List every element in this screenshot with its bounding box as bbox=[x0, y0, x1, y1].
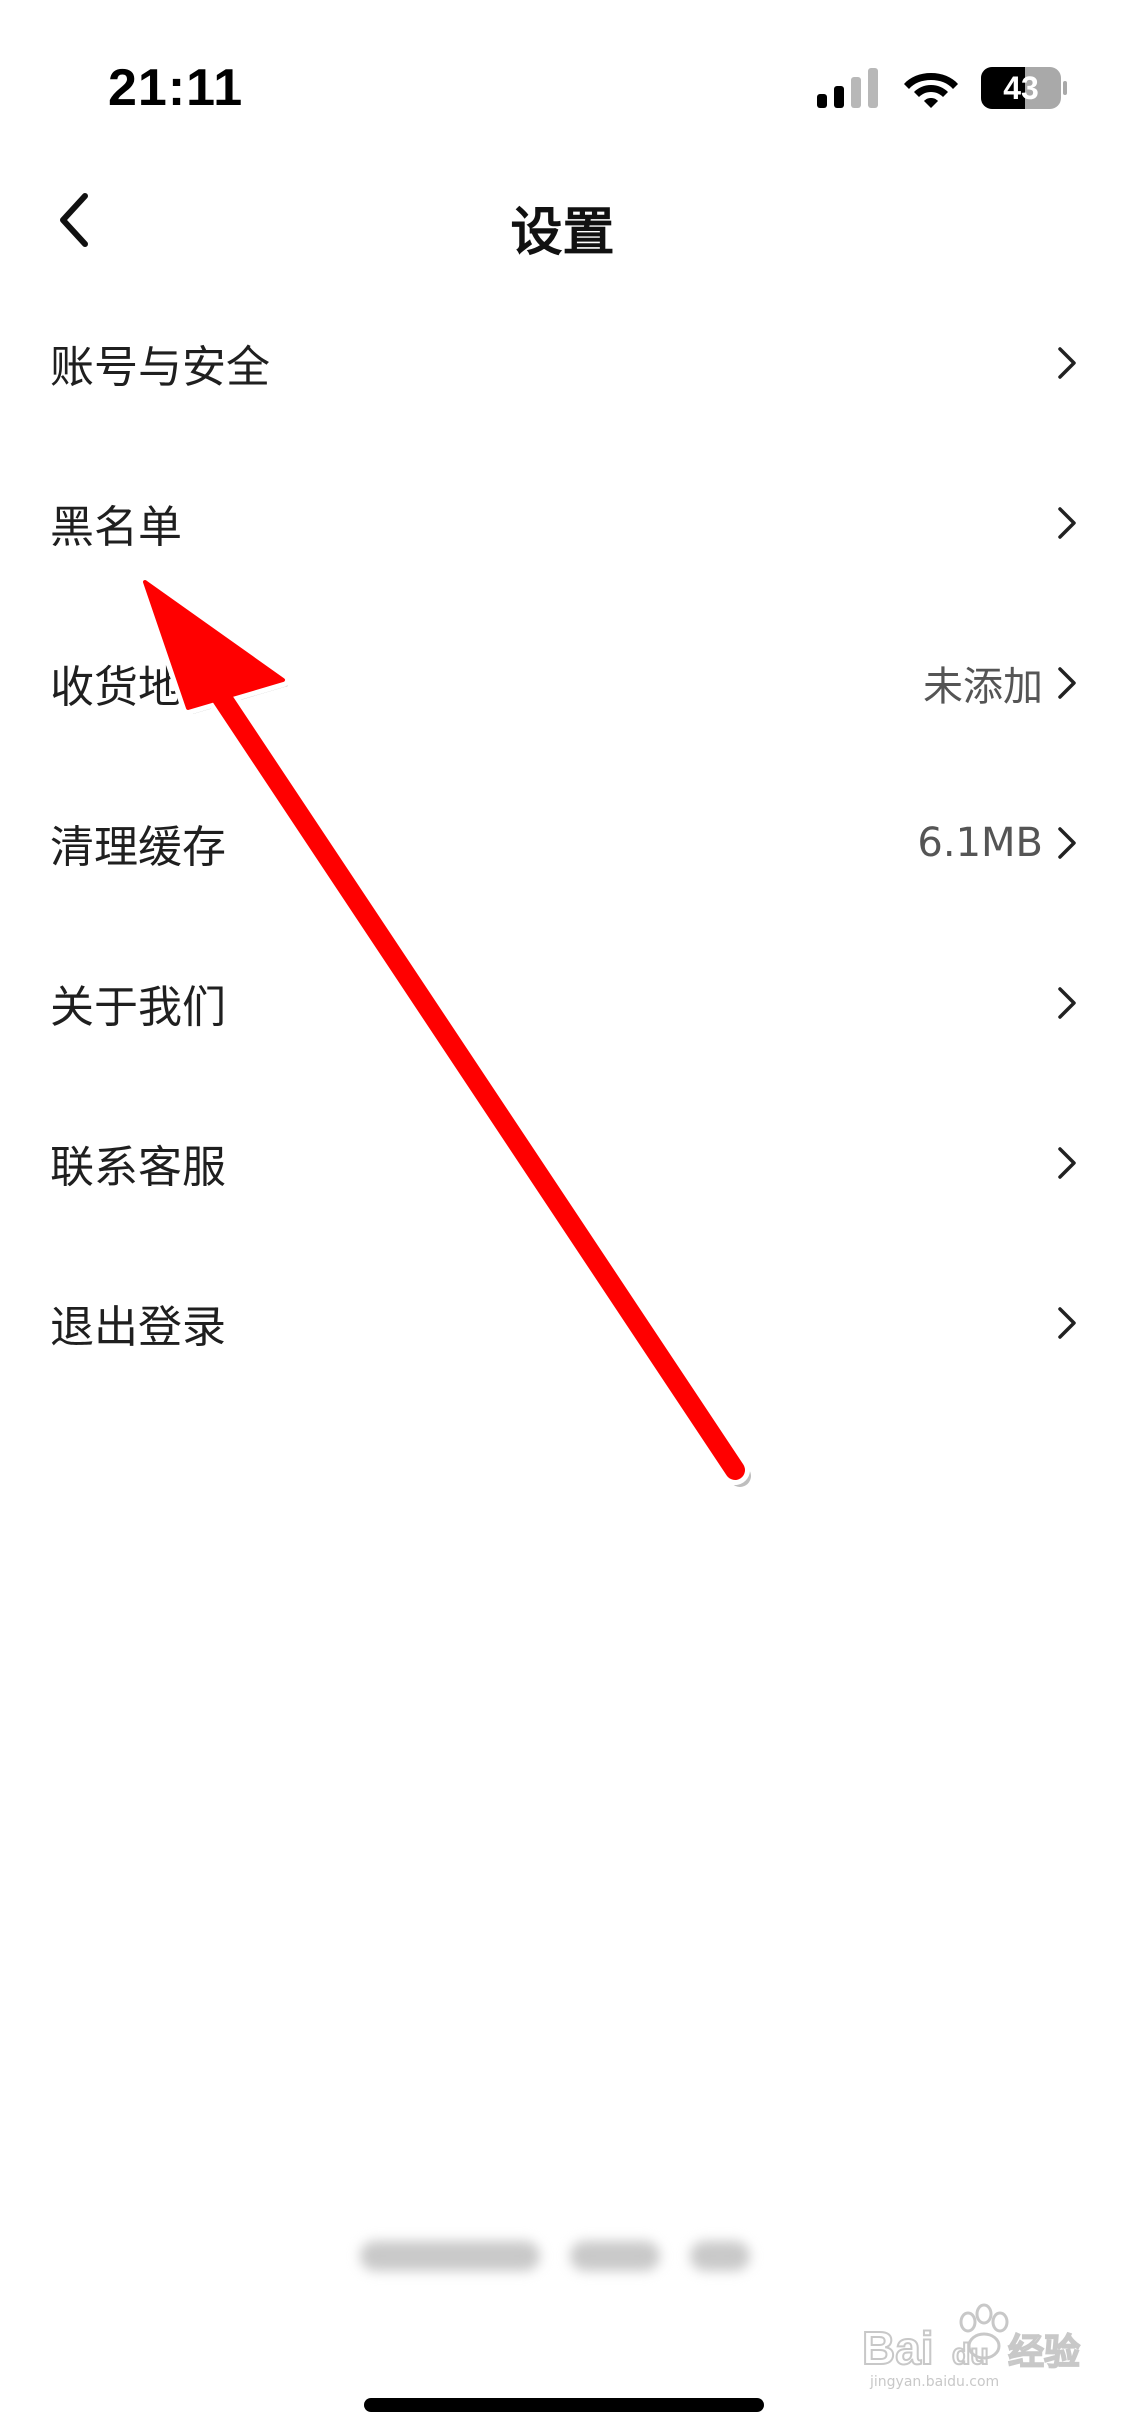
chevron-right-icon bbox=[1058, 827, 1076, 859]
item-right bbox=[1057, 1146, 1077, 1180]
item-label: 黑名单 bbox=[50, 502, 182, 553]
watermark-url: jingyan.baidu.com bbox=[869, 2374, 999, 2390]
item-label: 账号与安全 bbox=[50, 342, 270, 393]
item-label: 清理缓存 bbox=[50, 822, 226, 873]
chevron-right-icon bbox=[1058, 1307, 1076, 1339]
settings-item-clear-cache[interactable]: 清理缓存 6.1MB bbox=[0, 763, 1125, 923]
wifi-icon bbox=[904, 73, 958, 108]
watermark-brand: Bai bbox=[862, 2322, 934, 2374]
settings-item-logout[interactable]: 退出登录 bbox=[0, 1243, 1125, 1403]
item-right: 未添加 bbox=[923, 654, 1077, 712]
signal-icon bbox=[817, 68, 878, 108]
chevron-right-icon bbox=[1058, 1147, 1076, 1179]
nav-bar: 设置 bbox=[0, 170, 1125, 270]
item-right bbox=[1057, 986, 1077, 1020]
settings-item-blacklist[interactable]: 黑名单 bbox=[0, 443, 1125, 603]
battery-level: 43 bbox=[1003, 70, 1039, 106]
status-time: 21:11 bbox=[108, 59, 244, 117]
item-value: 6.1MB bbox=[917, 820, 1043, 866]
item-label: 关于我们 bbox=[50, 982, 226, 1033]
battery-icon: 43 bbox=[981, 67, 1067, 109]
chevron-right-icon bbox=[1058, 987, 1076, 1019]
item-right bbox=[1057, 1306, 1077, 1340]
settings-item-account-security[interactable]: 账号与安全 bbox=[0, 283, 1125, 443]
settings-item-shipping-address[interactable]: 收货地 未添加 bbox=[0, 603, 1125, 763]
chevron-right-icon bbox=[1058, 507, 1076, 539]
chevron-right-icon bbox=[1058, 667, 1076, 699]
watermark-brand-suffix: du bbox=[952, 2338, 989, 2371]
chevron-right-icon bbox=[1058, 347, 1076, 379]
settings-item-contact-support[interactable]: 联系客服 bbox=[0, 1083, 1125, 1243]
settings-item-about-us[interactable]: 关于我们 bbox=[0, 923, 1125, 1083]
status-bar: 21:11 43 bbox=[0, 0, 1125, 150]
item-label: 收货地 bbox=[50, 662, 182, 713]
page-title: 设置 bbox=[510, 203, 615, 263]
settings-list: 账号与安全 黑名单 收货地 未添加 清理缓存 6.1MB 关于我们 联系客服 退… bbox=[0, 283, 1125, 1403]
item-right bbox=[1057, 346, 1077, 380]
item-label: 联系客服 bbox=[50, 1142, 226, 1193]
status-icons: 43 bbox=[817, 66, 1067, 110]
item-value: 未添加 bbox=[923, 664, 1043, 710]
watermark-product: 经验 bbox=[1008, 2332, 1080, 2373]
item-label: 退出登录 bbox=[50, 1302, 226, 1353]
item-right: 6.1MB bbox=[917, 820, 1077, 866]
baidu-jingyan-watermark: Bai du 经验 jingyan.baidu.com bbox=[861, 2303, 1081, 2390]
footer-blurred-text bbox=[360, 2228, 780, 2284]
item-right bbox=[1057, 506, 1077, 540]
home-indicator[interactable] bbox=[364, 2398, 764, 2412]
